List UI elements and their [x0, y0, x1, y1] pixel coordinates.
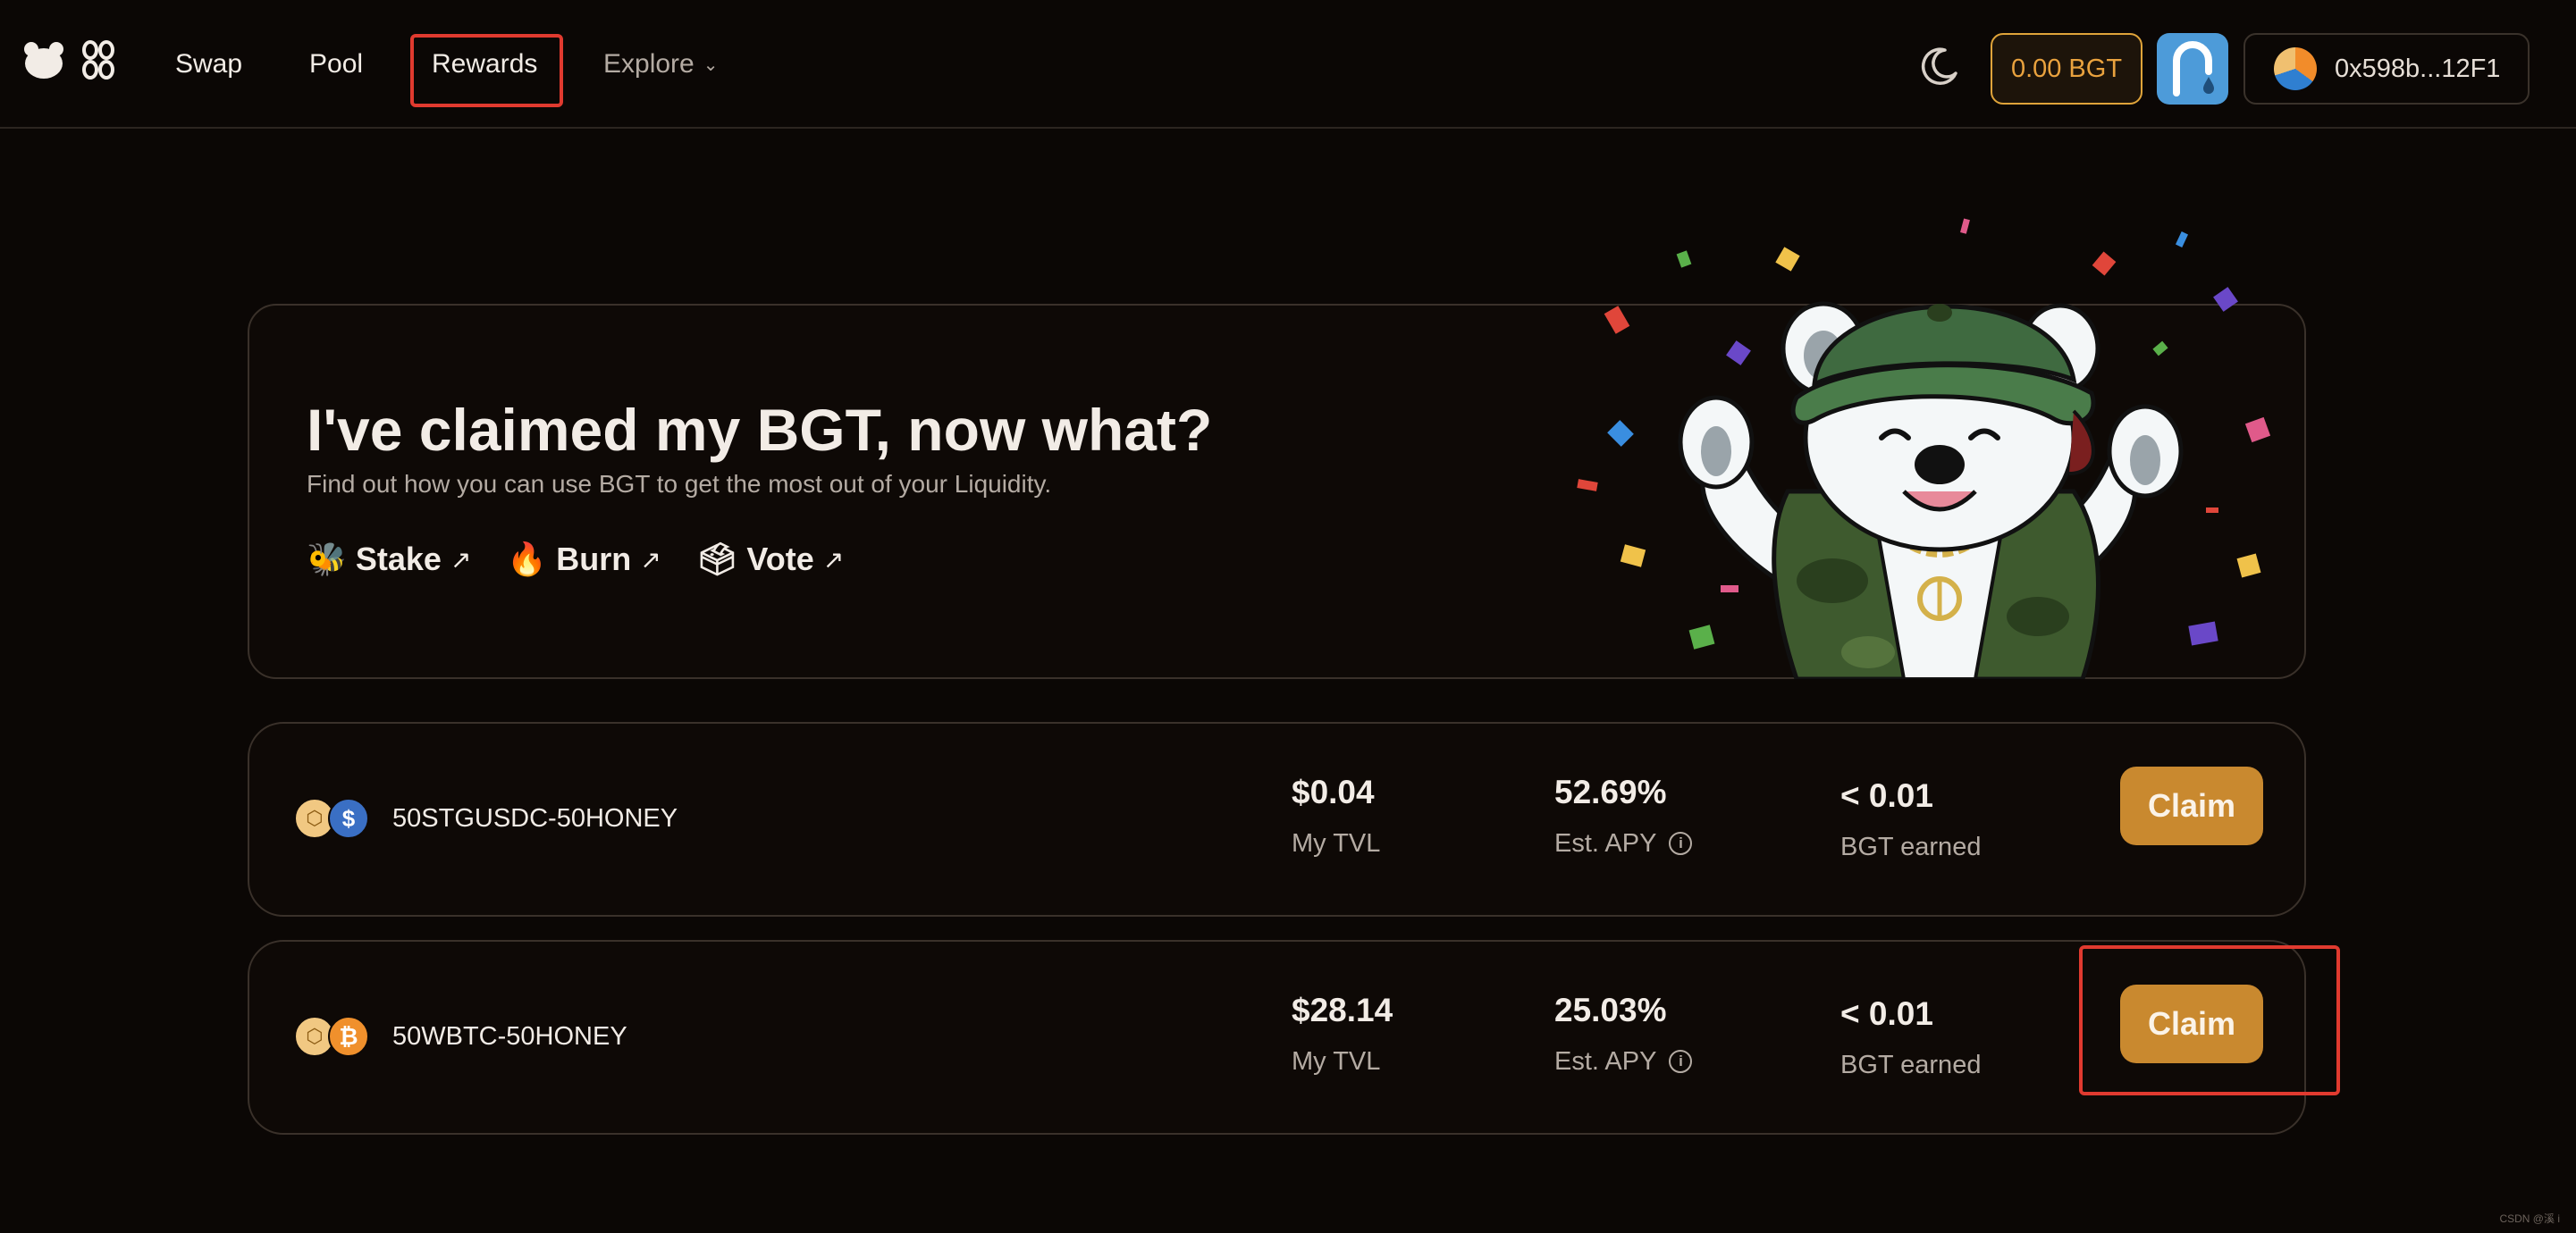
apy-label: Est. APY — [1554, 829, 1657, 858]
banner-links: 🐝 Stake ↗ 🔥 Burn ↗ 🗳 Vote ↗ — [307, 541, 844, 578]
info-icon[interactable]: i — [1669, 832, 1693, 855]
pool-pair-name: 50STGUSDC-50HONEY — [392, 804, 678, 833]
bear-logo-icon — [24, 42, 63, 79]
reward-card: ⬡ $ 50STGUSDC-50HONEY $0.04 My TVL 52.69… — [248, 722, 2306, 917]
tvl-label: My TVL — [1292, 829, 1381, 858]
watermark: CSDN @溪 i — [2499, 1212, 2560, 1225]
nav-rewards-link[interactable]: Rewards — [432, 45, 537, 84]
apy-label-row: Est. APY i — [1554, 826, 1693, 861]
stake-link-label: Stake — [355, 541, 442, 577]
burn-link-label: Burn — [556, 541, 632, 577]
tvl-stat: $28.14 My TVL — [1292, 988, 1393, 1079]
burn-link[interactable]: 🔥 Burn ↗ — [507, 541, 661, 578]
info-icon[interactable]: i — [1669, 1050, 1693, 1073]
chain-logo-icon — [82, 40, 114, 80]
external-arrow-icon: ↗ — [822, 545, 845, 574]
banner-subtitle: Find out how you can use BGT to get the … — [307, 470, 1052, 498]
claim-button[interactable]: Claim — [2120, 985, 2263, 1063]
tvl-label: My TVL — [1292, 1047, 1381, 1076]
fire-icon: 🔥 — [507, 541, 548, 577]
bgt-earned-value: < 0.01 — [1840, 995, 1933, 1032]
faucet-icon — [2173, 41, 2214, 96]
tvl-value: $0.04 — [1292, 774, 1375, 810]
pool-pair-name: 50WBTC-50HONEY — [392, 1022, 627, 1051]
bgt-earned-label: BGT earned — [1840, 833, 1982, 861]
apy-label: Est. APY — [1554, 1047, 1657, 1076]
wallet-avatar — [2274, 47, 2317, 90]
bgt-earned-label: BGT earned — [1840, 1051, 1982, 1079]
ballot-box-icon: 🗳 — [696, 541, 738, 577]
apy-stat: 25.03% Est. APY i — [1554, 988, 1693, 1079]
berachain-logo[interactable] — [23, 39, 116, 80]
wallet-account-button[interactable]: 0x598b...12F1 — [2243, 33, 2530, 105]
bee-icon: 🐝 — [307, 541, 347, 577]
nav-swap-link[interactable]: Swap — [175, 45, 242, 84]
top-nav: Swap Pool Rewards Explore ⌄ 0.00 BGT 0x59… — [0, 0, 2576, 129]
external-arrow-icon: ↗ — [450, 545, 472, 574]
bgt-earned-stat: < 0.01 BGT earned — [1840, 774, 1981, 865]
apy-label-row: Est. APY i — [1554, 1044, 1693, 1079]
wallet-address: 0x598b...12F1 — [2335, 54, 2501, 83]
vote-link[interactable]: 🗳 Vote ↗ — [697, 541, 845, 578]
chevron-down-icon: ⌄ — [703, 55, 719, 76]
nav-explore-label: Explore — [603, 49, 695, 79]
external-arrow-icon: ↗ — [640, 545, 661, 574]
bear-mascot-illustration — [1577, 218, 2271, 679]
dark-mode-toggle-icon[interactable] — [1918, 45, 1961, 88]
banner-title: I've claimed my BGT, now what? — [307, 397, 1213, 463]
reward-card: ⬡ ₿ 50WBTC-50HONEY $28.14 My TVL 25.03% … — [248, 940, 2306, 1135]
nav-explore-dropdown[interactable]: Explore ⌄ — [603, 45, 718, 85]
apy-value: 25.03% — [1554, 992, 1667, 1028]
token-pair-icons: ⬡ $ — [294, 798, 375, 843]
tvl-stat: $0.04 My TVL — [1292, 770, 1380, 861]
tvl-value: $28.14 — [1292, 992, 1393, 1028]
nav-pool-link[interactable]: Pool — [309, 45, 363, 84]
usdc-token-icon: $ — [328, 798, 369, 839]
bgt-earned-stat: < 0.01 BGT earned — [1840, 992, 1981, 1083]
vote-link-label: Vote — [746, 541, 814, 577]
token-pair-icons: ⬡ ₿ — [294, 1016, 375, 1061]
apy-stat: 52.69% Est. APY i — [1554, 770, 1693, 861]
apy-value: 52.69% — [1554, 774, 1667, 810]
btc-token-icon: ₿ — [328, 1016, 369, 1057]
claim-button[interactable]: Claim — [2120, 767, 2263, 845]
bgt-earned-value: < 0.01 — [1840, 777, 1933, 814]
bgt-balance-button[interactable]: 0.00 BGT — [1991, 33, 2142, 105]
faucet-button[interactable] — [2157, 33, 2228, 105]
stake-link[interactable]: 🐝 Stake ↗ — [307, 541, 471, 578]
